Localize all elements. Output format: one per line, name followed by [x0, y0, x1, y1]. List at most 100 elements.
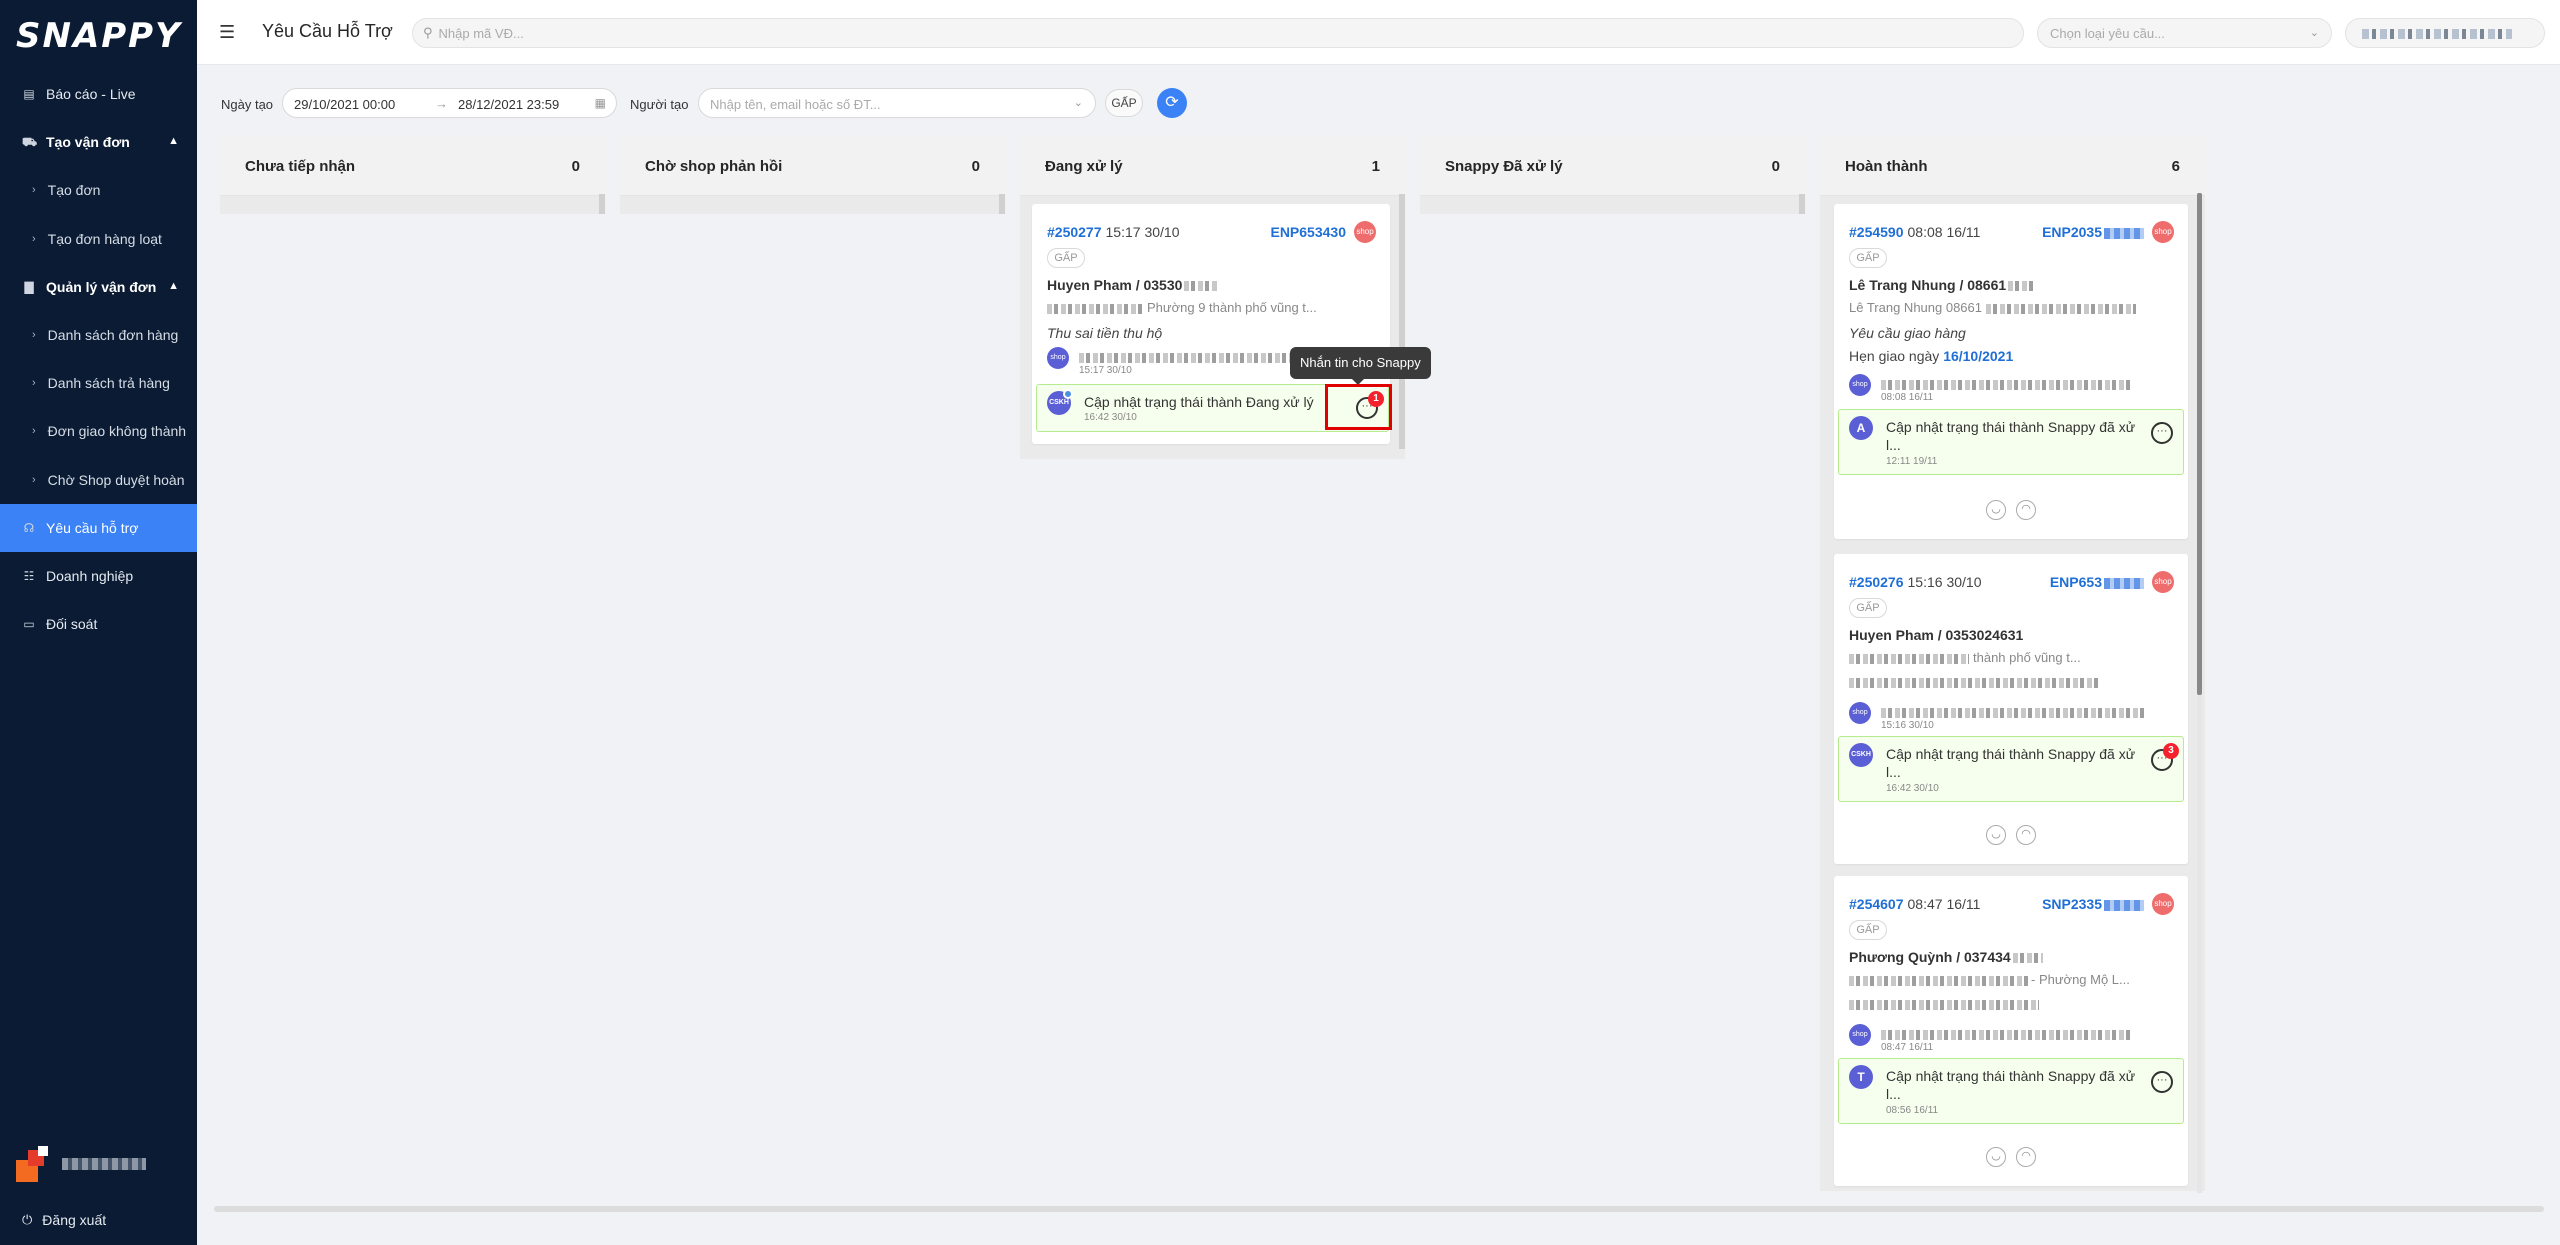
redacted-text	[1849, 975, 2029, 986]
status-update-text: Cập nhật trạng thái thành Snappy đã xử l…	[1886, 746, 2136, 780]
redacted-text	[1047, 303, 1143, 314]
ticket-card[interactable]: #254590 08:08 16/11 ENP2035 shop GẤP Lê T…	[1834, 204, 2188, 539]
sidebar-group-create-shipment[interactable]: ⛟ Tạo vận đơn ▲	[0, 118, 197, 166]
snappy-logo[interactable]: SNAPPY	[16, 16, 182, 56]
note-time: 15:17 30/10	[1079, 365, 1132, 376]
frown-icon[interactable]: ◠	[2016, 500, 2036, 520]
tracking-code[interactable]: SNP2335	[2042, 896, 2144, 912]
customer-address: thành phố vũng t...	[1849, 650, 2081, 665]
date-range-picker[interactable]: 29/10/2021 00:00 → 28/12/2021 23:59 ▦	[282, 88, 617, 118]
account-selector-redacted[interactable]	[2345, 18, 2545, 48]
note-time: 15:16 30/10	[1881, 720, 1934, 731]
tracking-code-text[interactable]: ENP653	[2050, 574, 2102, 590]
ticket-id[interactable]: #250276 15:16 30/10	[1849, 574, 1981, 590]
urgent-tag: GẤP	[1849, 598, 1887, 618]
tracking-code-text[interactable]: ENP2035	[2042, 224, 2102, 240]
menu-toggle-icon[interactable]: ☰	[219, 22, 235, 43]
sidebar-item-create-order[interactable]: › Tạo đơn	[0, 166, 197, 214]
sidebar-item-business[interactable]: ☷ Doanh nghiệp	[0, 552, 197, 600]
chevron-down-icon: ⌄	[2309, 27, 2319, 39]
ticket-number[interactable]: #254607	[1849, 896, 1904, 912]
ticket-card[interactable]: #250276 15:16 30/10 ENP653 shop GẤP Huyen…	[1834, 554, 2188, 864]
sidebar-item-support-requests[interactable]: ☊ Yêu cầu hỗ trợ	[0, 503, 197, 552]
tracking-code-text[interactable]: SNP2335	[2042, 896, 2102, 912]
sidebar-item-reconciliation[interactable]: ▭ Đối soát	[0, 600, 197, 648]
chat-bubble-icon[interactable]: ···	[2151, 1071, 2173, 1093]
smile-icon[interactable]: ◡	[1986, 1147, 2006, 1167]
sidebar-item-report-live[interactable]: ▤ Báo cáo - Live	[0, 70, 197, 118]
frown-icon[interactable]: ◠	[2016, 825, 2036, 845]
smile-icon[interactable]: ◡	[1986, 500, 2006, 520]
smile-icon[interactable]: ◡	[1986, 825, 2006, 845]
shop-note: shop 15:16 30/10	[1849, 702, 2194, 734]
ticket-id[interactable]: #254590 08:08 16/11	[1849, 224, 1980, 240]
sidebar-group-manage-shipments[interactable]: ▇ Quản lý vận đơn ▲	[0, 263, 197, 311]
frown-icon[interactable]: ◠	[2016, 1147, 2036, 1167]
sidebar-item-bulk-create[interactable]: › Tạo đơn hàng loạt	[0, 215, 197, 263]
column-completed: Hoàn thành 6 #254590 08:08 16/11 ENP2035 …	[1820, 136, 2205, 1191]
completed-column-scrollbar[interactable]	[2197, 193, 2202, 1193]
customer-name: Phương Quỳnh / 037434	[1849, 949, 2043, 965]
board-horizontal-scrollbar[interactable]	[214, 1206, 2544, 1212]
redacted-text	[1849, 677, 2099, 688]
ticket-id[interactable]: #250277 15:17 30/10	[1047, 224, 1179, 240]
ticket-number[interactable]: #250276	[1849, 574, 1904, 590]
sidebar-item-order-list[interactable]: › Danh sách đơn hàng	[0, 311, 197, 359]
date-to[interactable]: 28/12/2021 23:59	[458, 97, 559, 112]
refresh-button[interactable]: ⟳	[1157, 88, 1187, 118]
tracking-code-text[interactable]: ENP653430	[1270, 224, 1346, 240]
chevron-right-icon: ›	[32, 425, 36, 438]
ticket-number[interactable]: #250277	[1047, 224, 1102, 240]
customer-name-text: Phương Quỳnh / 037434	[1849, 949, 2011, 965]
column-scrollbar[interactable]	[599, 194, 605, 214]
urgent-tag: GẤP	[1849, 248, 1887, 268]
ticket-card[interactable]: #254607 08:47 16/11 SNP2335 shop GẤP Phươ…	[1834, 876, 2188, 1186]
column-title: Snappy Đã xử lý	[1445, 158, 1563, 175]
chevron-down-icon: ⌄	[1073, 97, 1083, 109]
status-update-time: 16:42 30/10	[1084, 412, 1137, 423]
chevron-up-icon: ▲	[168, 135, 179, 148]
request-type-select[interactable]: Chọn loại yêu cầu... ⌄	[2037, 18, 2332, 48]
request-type-placeholder: Chọn loại yêu cầu...	[2050, 25, 2165, 41]
sidebar-item-label: Danh sách đơn hàng	[47, 327, 179, 343]
user-profile[interactable]	[16, 1146, 146, 1182]
date-filter-label: Ngày tạo	[221, 97, 274, 112]
sidebar-item-label: Đơn giao không thành	[47, 423, 187, 440]
scrollbar-thumb[interactable]	[2197, 193, 2202, 695]
sidebar: SNAPPY ▤ Báo cáo - Live ⛟ Tạo vận đơn ▲ …	[0, 0, 197, 1245]
search-input[interactable]: ⚲ Nhập mã VĐ...	[412, 18, 2024, 48]
ticket-number[interactable]: #254590	[1849, 224, 1904, 240]
urgent-filter-button[interactable]: GẤP	[1105, 89, 1143, 117]
creator-select[interactable]: Nhập tên, email hoặc số ĐT... ⌄	[698, 88, 1096, 118]
customer-address: Lê Trang Nhung 08661	[1849, 300, 2136, 315]
shop-note: shop 08:08 16/11	[1849, 374, 2194, 406]
redacted-address-line	[1849, 674, 2099, 689]
sidebar-item-failed-delivery[interactable]: › Đơn giao không thành	[0, 407, 197, 455]
logout-button[interactable]: ⏻ Đăng xuất	[22, 1212, 106, 1228]
sidebar-item-return-list[interactable]: › Danh sách trả hàng	[0, 359, 197, 407]
sidebar-item-label: Yêu cầu hỗ trợ	[46, 519, 139, 536]
redacted-text	[1184, 281, 1219, 292]
rating-faces: ◡ ◠	[1834, 499, 2188, 520]
sidebar-item-shop-return-approval[interactable]: › Chờ Shop duyệt hoàn	[0, 456, 197, 504]
column-scrollbar[interactable]	[1399, 194, 1405, 449]
tracking-code[interactable]: ENP653	[2050, 574, 2144, 590]
address-text: Phường 9 thành phố vũng t...	[1147, 300, 1317, 315]
status-update-text: Cập nhật trạng thái thành Snappy đã xử l…	[1886, 419, 2136, 453]
tracking-code[interactable]: ENP653430	[1270, 224, 1346, 240]
tracking-code[interactable]: ENP2035	[2042, 224, 2144, 240]
chat-bubble-icon[interactable]: ···	[2151, 422, 2173, 444]
shop-avatar: shop	[1849, 702, 1871, 724]
top-header: ☰ Yêu Cầu Hỗ Trợ ⚲ Nhập mã VĐ... Chọn lo…	[197, 0, 2560, 65]
column-scrollbar[interactable]	[999, 194, 1005, 214]
chat-bubble-icon[interactable]: ··· 3	[2151, 743, 2179, 771]
sidebar-item-label: Tạo vận đơn	[46, 134, 130, 151]
refresh-icon: ⟳	[1165, 94, 1179, 111]
urgent-tag: GẤP	[1849, 920, 1887, 940]
ticket-id[interactable]: #254607 08:47 16/11	[1849, 896, 1980, 912]
customer-address: - Phường Mộ L...	[1849, 972, 2130, 987]
status-update-text: Cập nhật trạng thái thành Đang xử lý	[1084, 394, 1314, 410]
rating-faces: ◡ ◠	[1834, 824, 2188, 845]
date-from[interactable]: 29/10/2021 00:00	[294, 97, 395, 112]
column-scrollbar[interactable]	[1799, 194, 1805, 214]
